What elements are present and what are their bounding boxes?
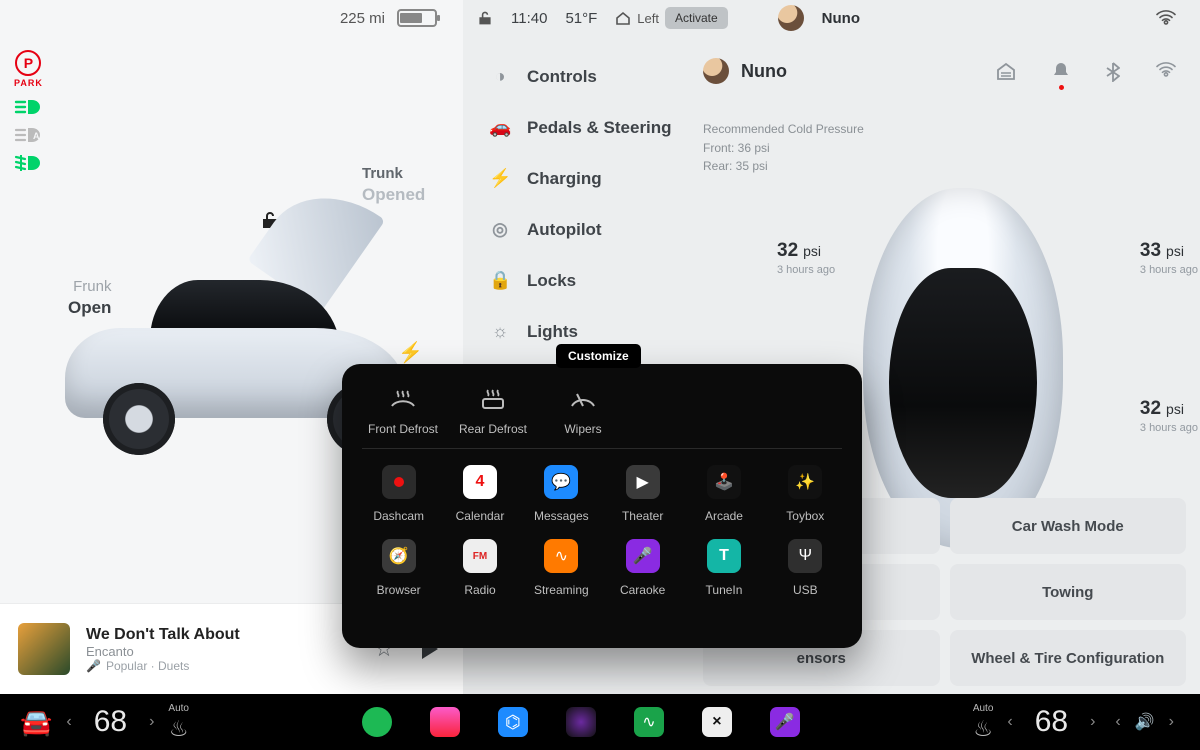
media-source: 🎤Popular · Duets — [86, 659, 240, 673]
lock-icon: 🔒 — [489, 270, 511, 291]
steering-icon: ◎ — [489, 219, 511, 240]
temp-up-right[interactable]: › — [1084, 713, 1101, 731]
telltale-column: P PARK A — [14, 50, 43, 172]
trunk-callout[interactable]: Trunk Opened — [362, 165, 425, 206]
wifi-icon[interactable] — [1156, 10, 1176, 26]
notifications-icon[interactable] — [1052, 62, 1070, 82]
temp-down-right[interactable]: ‹ — [1001, 713, 1018, 731]
dock-apps: ⌬ ∿ × 🎤 — [197, 707, 965, 737]
quick-rear-defrost[interactable]: Rear Defrost — [448, 386, 538, 436]
driver-seat-heat[interactable]: Auto♨ — [168, 703, 189, 742]
profile-name: Nuno — [741, 61, 787, 82]
wipers-icon — [568, 386, 598, 412]
app-messages[interactable]: 💬Messages — [521, 465, 602, 523]
range-value: 225 mi — [340, 10, 385, 27]
dock-car-icon[interactable]: 🚘 — [20, 707, 52, 738]
customize-tag[interactable]: Customize — [556, 344, 641, 368]
media-artist: Encanto — [86, 644, 240, 659]
media-meta: We Don't Talk About Encanto 🎤Popular · D… — [86, 626, 240, 673]
app-caraoke[interactable]: 🎤Caraoke — [602, 539, 683, 597]
bolt-icon: ⚡ — [489, 168, 511, 189]
tire-psi-fl: 32psi3 hours ago — [777, 240, 835, 276]
volume-down[interactable]: ‹ — [1109, 713, 1126, 731]
top-bar: 11:40 51°F Left Activate Nuno — [463, 0, 1200, 36]
dock-app-bluetooth[interactable]: ⌬ — [498, 707, 528, 737]
vehicle-top-view — [863, 188, 1063, 548]
profile-avatar — [703, 58, 729, 84]
driver-climate[interactable]: ‹ 68 › — [60, 705, 160, 739]
lights-icon: ☼ — [489, 321, 511, 342]
passenger-climate[interactable]: ‹ 68 › — [1001, 705, 1101, 739]
driver-temp: 68 — [88, 705, 133, 739]
wifi-settings-icon[interactable] — [1156, 62, 1176, 82]
topbar-user[interactable]: Nuno — [822, 10, 860, 27]
app-drawer[interactable]: Customize Front Defrost Rear Defrost Wip… — [342, 364, 862, 648]
charge-bolt-icon: ⚡ — [398, 340, 423, 365]
card-car-wash[interactable]: Car Wash Mode — [950, 498, 1187, 554]
bluetooth-icon[interactable] — [1106, 62, 1120, 82]
passenger-temp: 68 — [1029, 705, 1074, 739]
clock: 11:40 — [511, 10, 547, 27]
card-wheel-tire-config[interactable]: Wheel & Tire Configuration — [950, 630, 1187, 686]
passenger-seat-heat[interactable]: Auto♨ — [973, 703, 994, 742]
app-arcade[interactable]: 🕹️Arcade — [683, 465, 764, 523]
dock-app-dashcam[interactable] — [566, 707, 596, 737]
svg-text:A: A — [33, 131, 40, 141]
quick-front-defrost[interactable]: Front Defrost — [358, 386, 448, 436]
app-usb[interactable]: ΨUSB — [765, 539, 846, 597]
telltale-fog-light — [14, 154, 43, 172]
lock-status-icon[interactable] — [477, 10, 493, 26]
tire-psi-fr: 33psi3 hours ago — [1140, 240, 1198, 276]
seat-heat-icon: ♨ — [973, 716, 993, 742]
nav-controls[interactable]: ◑Controls — [483, 58, 683, 95]
telltale-auto-high-beam: A — [14, 126, 43, 144]
app-streaming[interactable]: ∿Streaming — [521, 539, 602, 597]
quick-wipers[interactable]: Wipers — [538, 386, 628, 436]
car-icon: 🚗 — [489, 117, 511, 138]
app-toybox[interactable]: ✨Toybox — [765, 465, 846, 523]
temp-up-left[interactable]: › — [143, 713, 160, 731]
app-radio[interactable]: FMRadio — [439, 539, 520, 597]
tire-psi-rr: 32psi3 hours ago — [1140, 398, 1198, 434]
dock-app-energy[interactable]: ∿ — [634, 707, 664, 737]
dock-app-caraoke[interactable]: 🎤 — [770, 707, 800, 737]
card-towing[interactable]: Towing — [950, 564, 1187, 620]
nav-pedals-steering[interactable]: 🚗Pedals & Steering — [483, 109, 683, 146]
app-browser[interactable]: 🧭Browser — [358, 539, 439, 597]
telltale-low-beam — [14, 98, 43, 116]
app-calendar[interactable]: 4Calendar — [439, 465, 520, 523]
temp-down-left[interactable]: ‹ — [60, 713, 77, 731]
range-status: 225 mi — [340, 9, 437, 27]
outside-temp: 51°F — [565, 10, 597, 27]
nav-locks[interactable]: 🔒Locks — [483, 262, 683, 299]
media-title: We Don't Talk About — [86, 626, 240, 644]
front-defrost-icon — [388, 386, 418, 412]
album-art — [18, 623, 70, 675]
nav-charging[interactable]: ⚡Charging — [483, 160, 683, 197]
rear-defrost-icon — [478, 386, 508, 412]
app-theater[interactable]: ▶Theater — [602, 465, 683, 523]
volume-icon: 🔊 — [1135, 712, 1155, 732]
seat-heat-icon: ♨ — [169, 716, 189, 742]
dock-app-close[interactable]: × — [702, 707, 732, 737]
homelink-activate-button[interactable]: Activate — [665, 7, 728, 29]
garage-icon[interactable] — [996, 62, 1016, 82]
homelink-chip[interactable]: Left Activate — [615, 7, 727, 29]
app-dashcam[interactable]: Dashcam — [358, 465, 439, 523]
dock-app-apple-music[interactable] — [430, 707, 460, 737]
volume-control[interactable]: ‹ 🔊 › — [1109, 712, 1180, 732]
bottom-dock: 🚘 ‹ 68 › Auto♨ ⌬ ∿ × 🎤 Auto♨ ‹ 68 › ‹ 🔊 … — [0, 694, 1200, 750]
dock-app-spotify[interactable] — [362, 707, 392, 737]
topbar-avatar[interactable] — [778, 5, 804, 31]
nav-autopilot[interactable]: ◎Autopilot — [483, 211, 683, 248]
toggle-icon: ◑ — [489, 66, 511, 87]
volume-up[interactable]: › — [1163, 713, 1180, 731]
telltale-park: P PARK — [14, 50, 43, 88]
battery-icon — [397, 9, 437, 27]
tire-recommendation: Recommended Cold Pressure Front: 36 psi … — [703, 120, 1176, 176]
app-tunein[interactable]: TTuneIn — [683, 539, 764, 597]
